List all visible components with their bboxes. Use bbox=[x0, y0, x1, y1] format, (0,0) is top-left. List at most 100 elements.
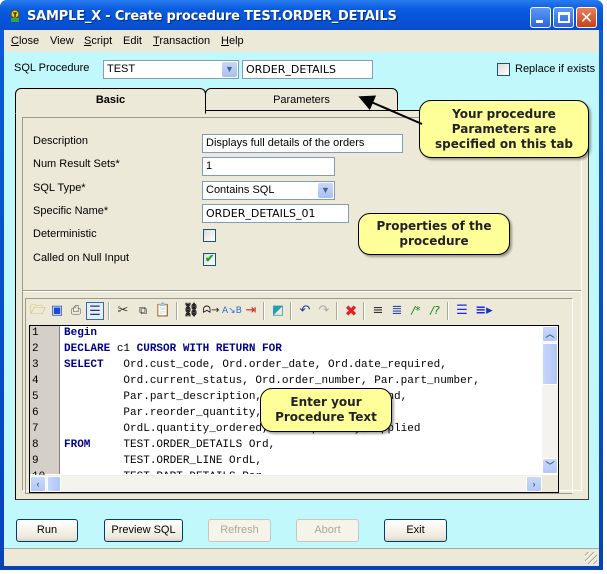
toolbar-separator bbox=[447, 302, 449, 320]
code-line: TEST.PART_DETAILS Par bbox=[64, 471, 262, 474]
sql-type-select[interactable]: Contains SQL ▼ bbox=[202, 181, 335, 200]
line-numbers-icon[interactable]: ☰ bbox=[86, 302, 104, 320]
scroll-right-icon[interactable]: › bbox=[526, 476, 542, 492]
app-icon: T bbox=[10, 9, 20, 22]
scroll-down-icon[interactable]: ﹀ bbox=[542, 458, 558, 474]
procedure-name-input[interactable]: ORDER_DETAILS bbox=[242, 60, 373, 79]
divider bbox=[23, 290, 581, 292]
specific-name-input[interactable]: ORDER_DETAILS_01 bbox=[202, 204, 349, 223]
sql-keyword: DECLARE bbox=[64, 343, 111, 355]
scroll-thumb-vertical[interactable] bbox=[542, 343, 558, 385]
scrollbar-corner bbox=[542, 475, 558, 492]
callout-arrow bbox=[358, 95, 423, 125]
cut-icon[interactable]: ✂ bbox=[114, 302, 132, 320]
toolbar-separator bbox=[363, 302, 365, 320]
basic-tab-panel: Description Displays full details of the… bbox=[15, 110, 589, 500]
copy-icon[interactable]: ⧉ bbox=[134, 302, 152, 320]
redo-icon[interactable]: ↷ bbox=[315, 302, 333, 320]
code-line: Begin bbox=[64, 327, 97, 339]
checkmark-icon: ✔ bbox=[205, 253, 215, 265]
scroll-left-icon[interactable]: ‹ bbox=[30, 476, 46, 492]
open-folder-icon[interactable]: 🗁 bbox=[29, 302, 47, 320]
abort-button[interactable]: Abort bbox=[296, 519, 359, 542]
scroll-up-icon[interactable]: ︿ bbox=[542, 326, 558, 342]
properties-callout: Properties of the procedure bbox=[358, 213, 510, 255]
minimize-button[interactable] bbox=[530, 7, 551, 28]
save-icon[interactable]: ▣ bbox=[48, 302, 66, 320]
horizontal-scrollbar[interactable]: ‹ › bbox=[30, 475, 542, 492]
sql-text: TEST.ORDER_DETAILS Ord, bbox=[90, 439, 276, 451]
minimize-icon bbox=[536, 20, 543, 23]
run-button[interactable]: Run bbox=[16, 519, 78, 542]
window-title: SAMPLE_X - Create procedure TEST.ORDER_D… bbox=[27, 9, 397, 24]
menu-close[interactable]: Close bbox=[11, 35, 39, 47]
close-icon: ✕ bbox=[579, 8, 594, 27]
toolbar-separator bbox=[176, 302, 178, 320]
exit-button[interactable]: Exit bbox=[384, 519, 447, 542]
replace-if-exists-label: Replace if exists bbox=[515, 63, 596, 75]
tab-basic[interactable]: Basic bbox=[15, 88, 206, 114]
chevron-down-icon[interactable]: ▼ bbox=[318, 183, 333, 198]
maximize-button[interactable] bbox=[553, 7, 574, 28]
undo-icon[interactable]: ↶ bbox=[296, 302, 314, 320]
print-icon[interactable]: ⎙ bbox=[67, 302, 85, 320]
editor-toolbar: 🗁 ▣ ⎙ ☰ ✂ ⧉ 📋 ⛓ ᗣ→ A↘B ⇥ ◩ ↶ ↷ ✖ ≡ ≣ /* … bbox=[26, 299, 572, 323]
menu-bar: Close View Script Edit Transaction Help bbox=[4, 30, 599, 52]
toolbar-separator bbox=[108, 302, 110, 320]
description-input[interactable]: Displays full details of the orders bbox=[202, 134, 403, 153]
sql-procedure-label: SQL Procedure bbox=[14, 62, 90, 74]
code-line: FROM TEST.ORDER_DETAILS Ord, bbox=[64, 439, 275, 451]
code-line: Ord.current_status, Ord.order_number, Pa… bbox=[64, 375, 480, 387]
menu-help[interactable]: Help bbox=[221, 35, 244, 47]
description-label: Description bbox=[33, 135, 89, 147]
sql-text: TEST.PART_DETAILS Par bbox=[64, 471, 262, 474]
maximize-icon bbox=[558, 12, 570, 23]
called-on-null-input-label: Called on Null Input bbox=[33, 252, 130, 264]
num-result-sets-input[interactable]: 1 bbox=[202, 157, 335, 176]
deterministic-label: Deterministic bbox=[33, 228, 97, 240]
sql-text: Ord.current_status, Ord.order_number, Pa… bbox=[64, 375, 480, 387]
toolbar-separator bbox=[336, 302, 338, 320]
procedure-text-callout: Enter your Procedure Text bbox=[260, 388, 392, 432]
status-bar bbox=[4, 548, 599, 566]
chevron-down-icon[interactable]: ▼ bbox=[222, 62, 237, 77]
called-on-null-input-checkbox[interactable]: ✔ bbox=[203, 253, 216, 266]
preview-sql-button[interactable]: Preview SQL bbox=[104, 519, 183, 542]
find-next-icon[interactable]: ᗣ→ bbox=[202, 302, 220, 320]
vertical-scrollbar[interactable]: ︿ ﹀ bbox=[542, 326, 558, 474]
indent-icon[interactable]: ≡ bbox=[369, 302, 387, 320]
uncomment-icon[interactable]: /? bbox=[426, 302, 444, 320]
sql-keyword: Begin bbox=[64, 327, 98, 339]
code-line: TEST.ORDER_LINE OrdL, bbox=[64, 455, 262, 467]
resize-grip-icon[interactable] bbox=[585, 552, 597, 564]
sql-keyword: FROM bbox=[64, 439, 91, 451]
replace-icon[interactable]: A↘B bbox=[222, 302, 242, 320]
align-left-icon[interactable]: ☰ bbox=[453, 302, 471, 320]
menu-view[interactable]: View bbox=[50, 35, 74, 47]
schema-combo[interactable]: TEST ▼ bbox=[103, 60, 239, 79]
paste-icon[interactable]: 📋 bbox=[154, 302, 172, 320]
find-icon[interactable]: ⛓ bbox=[182, 302, 200, 320]
title-bar[interactable]: T SAMPLE_X - Create procedure TEST.ORDER… bbox=[0, 0, 603, 30]
sql-type-label: SQL Type* bbox=[33, 182, 86, 194]
scroll-thumb-horizontal[interactable] bbox=[47, 476, 61, 492]
sql-text: c1 bbox=[110, 343, 137, 355]
replace-if-exists-checkbox[interactable] bbox=[497, 63, 510, 76]
close-button[interactable]: ✕ bbox=[576, 7, 597, 28]
sql-text: TEST.ORDER_LINE OrdL, bbox=[64, 455, 263, 467]
comment-icon[interactable]: /* bbox=[407, 302, 425, 320]
menu-transaction[interactable]: Transaction bbox=[153, 35, 210, 47]
unindent-icon[interactable]: ≣ bbox=[388, 302, 406, 320]
goto-line-icon[interactable]: ⇥ bbox=[242, 302, 260, 320]
parameters-tab-callout: Your procedure Parameters are specified … bbox=[419, 100, 589, 158]
num-result-sets-label: Num Result Sets* bbox=[33, 158, 120, 170]
more-icon[interactable]: ≡▸ bbox=[472, 302, 496, 320]
refresh-button[interactable]: Refresh bbox=[208, 519, 271, 542]
menu-script[interactable]: Script bbox=[84, 35, 112, 47]
sql-text: Par.reorder_quantity, bbox=[64, 407, 263, 419]
menu-edit[interactable]: Edit bbox=[123, 35, 142, 47]
delete-icon[interactable]: ✖ bbox=[342, 302, 360, 320]
clear-icon[interactable]: ◩ bbox=[269, 302, 287, 320]
code-line: SELECT Ord.cust_code, Ord.order_date, Or… bbox=[64, 359, 447, 371]
deterministic-checkbox[interactable] bbox=[203, 229, 216, 242]
